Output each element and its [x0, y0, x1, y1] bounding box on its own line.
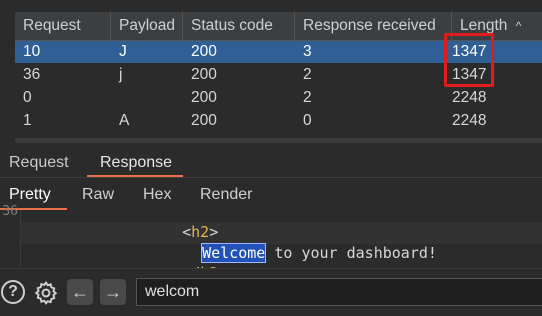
column-header-status-code[interactable]: Status code	[183, 12, 295, 40]
tab-raw[interactable]: Raw	[82, 181, 114, 209]
length-highlight-annotation	[444, 33, 494, 87]
cell-payload	[111, 87, 119, 109]
cell-length: 2248	[452, 89, 487, 106]
cell-status-code: 200	[191, 66, 217, 83]
cell-status-code: 200	[191, 89, 217, 106]
cell-status-code: 200	[191, 112, 217, 129]
cell-request: 1	[23, 112, 32, 129]
column-header-label: Status code	[191, 17, 273, 34]
column-header-request[interactable]: Request	[15, 12, 111, 40]
next-match-button[interactable]: →	[100, 279, 126, 305]
cell-request: 10	[23, 43, 41, 60]
column-header-label: Response received	[303, 17, 436, 34]
message-tabs: Request Response	[0, 149, 542, 178]
arrow-right-icon: →	[104, 281, 122, 302]
table-row[interactable]: 0 200 2 2248	[15, 87, 542, 109]
cell-payload: j	[119, 66, 123, 83]
help-icon[interactable]: ?	[1, 280, 25, 304]
column-header-label: Length	[460, 17, 508, 34]
response-editor[interactable]: 36 <h2> Welcome to your dashboard! </h2>	[0, 205, 542, 282]
results-table: Request Payload Status code Response rec…	[0, 0, 542, 143]
column-header-label: Request	[23, 17, 81, 34]
active-tab-indicator	[87, 175, 183, 177]
column-header-payload[interactable]: Payload	[111, 12, 183, 40]
cell-length: 2248	[452, 112, 487, 129]
cell-response-received: 3	[303, 43, 312, 60]
previous-match-button[interactable]: ←	[67, 279, 93, 305]
cell-payload: J	[119, 43, 127, 60]
search-input[interactable]	[136, 278, 542, 306]
sort-ascending-icon: ^	[515, 19, 522, 33]
cell-payload: A	[119, 112, 130, 129]
code-text: to your dashboard!	[265, 244, 437, 262]
line-number-gutter: 36	[0, 205, 21, 267]
column-header-label: Payload	[119, 17, 176, 34]
cell-request: 0	[23, 89, 32, 106]
search-bar: ? ← →	[0, 268, 542, 316]
table-row[interactable]: 1 A 200 0 2248	[15, 110, 542, 132]
gear-icon[interactable]	[32, 279, 60, 307]
view-mode-tabs: Pretty Raw Hex Render	[0, 181, 542, 212]
line-number: 36	[2, 205, 18, 215]
tab-response[interactable]: Response	[100, 149, 172, 177]
cell-request: 36	[23, 66, 41, 83]
arrow-left-icon: ←	[71, 281, 89, 302]
column-header-response-received[interactable]: Response received	[295, 12, 452, 40]
tab-request[interactable]: Request	[9, 149, 69, 177]
cell-status-code: 200	[191, 43, 217, 60]
cell-response-received: 2	[303, 66, 312, 83]
cell-response-received: 0	[303, 112, 312, 129]
cell-response-received: 2	[303, 89, 312, 106]
table-horizontal-scrollbar[interactable]	[15, 138, 542, 143]
